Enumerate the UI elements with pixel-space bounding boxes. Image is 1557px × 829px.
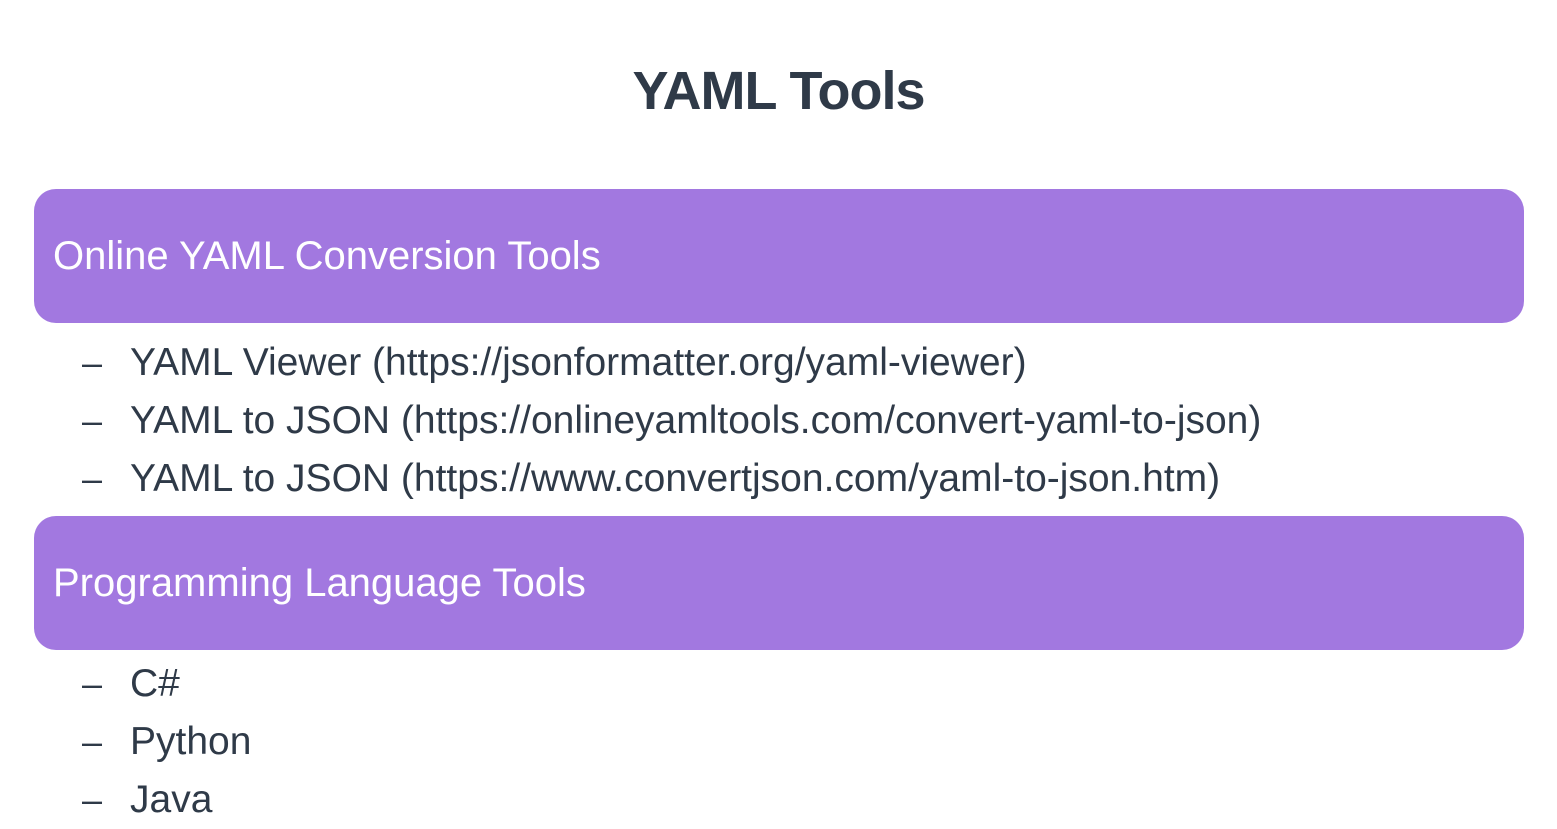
bullet-dash: – [82, 663, 103, 704]
list-item-text: Python [130, 720, 252, 763]
section-header-online-conversion-tools: Online YAML Conversion Tools [34, 189, 1524, 323]
list-item-text: YAML Viewer (https://jsonformatter.org/y… [130, 341, 1027, 384]
slide: YAML Tools Online YAML Conversion Tools … [0, 0, 1557, 829]
list-item-text: YAML to JSON (https://www.convertjson.co… [130, 457, 1221, 500]
list-item-text: C# [130, 662, 180, 705]
bullet-dash: – [82, 400, 103, 441]
bullet-dash: – [82, 458, 103, 499]
bullet-dash: – [82, 779, 103, 820]
section-header-programming-language-tools: Programming Language Tools [34, 516, 1524, 650]
slide-title: YAML Tools [632, 61, 925, 121]
bullet-dash: – [82, 721, 103, 762]
bullet-dash: – [82, 342, 103, 383]
list-item-text: Java [130, 778, 213, 821]
section-header-label: Programming Language Tools [53, 561, 586, 605]
section-header-label: Online YAML Conversion Tools [53, 234, 601, 278]
list-item-text: YAML to JSON (https://onlineyamltools.co… [130, 399, 1262, 442]
